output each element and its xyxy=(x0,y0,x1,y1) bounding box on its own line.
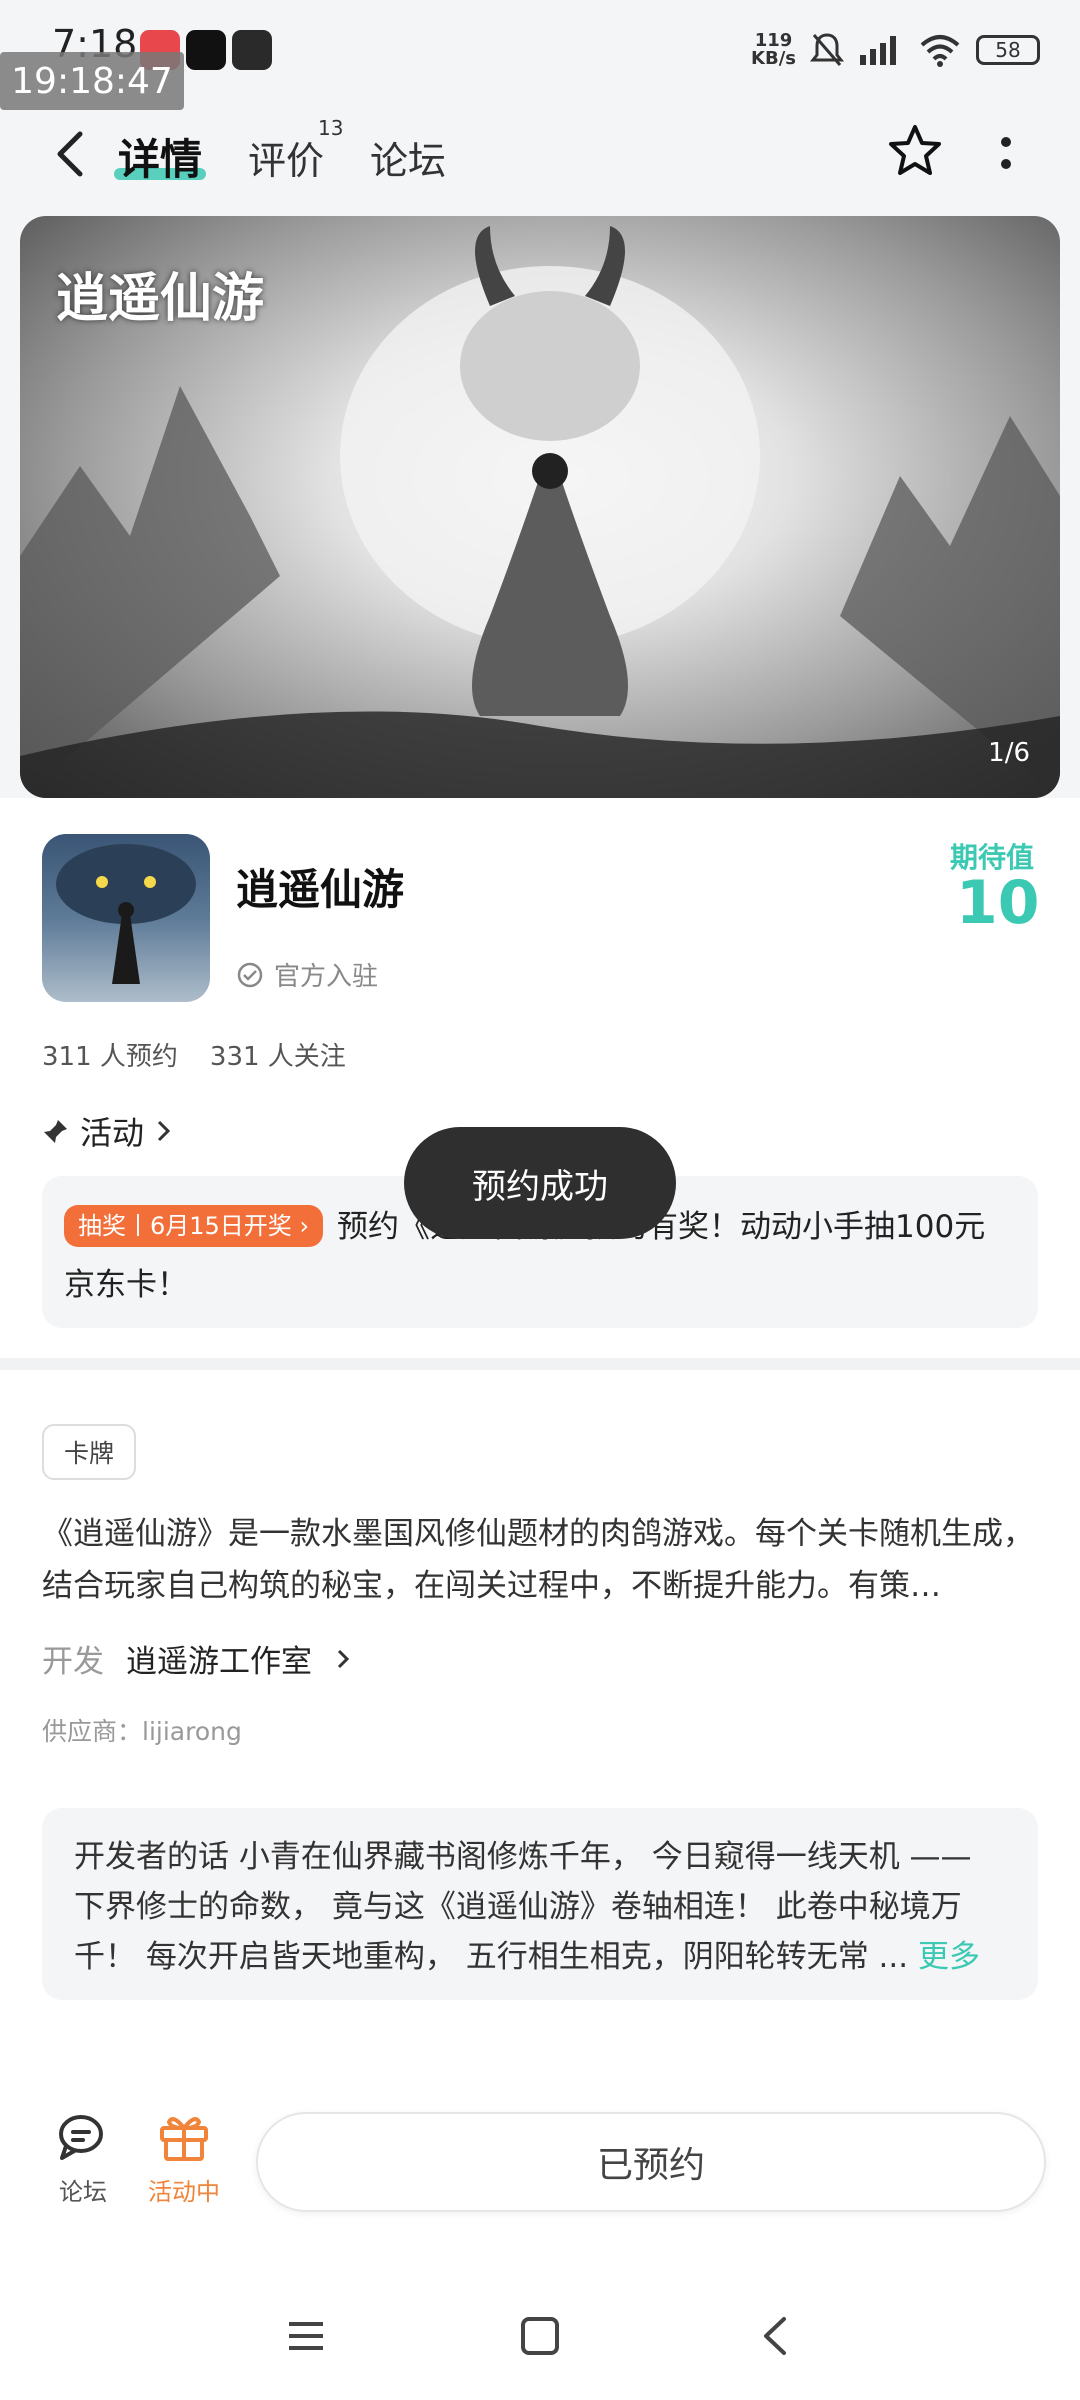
gift-icon xyxy=(160,2117,208,2161)
network-speed: 119 KB/s xyxy=(751,30,796,69)
lottery-tag[interactable]: 抽奖丨6月15日开奖 › xyxy=(64,1205,324,1247)
wifi-icon xyxy=(920,35,960,67)
favorite-star-icon[interactable] xyxy=(886,122,944,180)
game-description[interactable]: 《逍遥仙游》是一款水墨国风修仙题材的肉鸽游戏。每个关卡随机生成，结合玩家自己构筑… xyxy=(42,1508,1038,1612)
menu-icon[interactable] xyxy=(286,2316,326,2356)
back-arrow-icon[interactable] xyxy=(46,120,96,190)
tab-forum[interactable]: 论坛 xyxy=(370,130,446,185)
game-stats: 311 人预约 331 人关注 xyxy=(42,1036,346,1073)
game-icon-artwork xyxy=(56,844,196,984)
vip-app-icon xyxy=(232,30,272,70)
review-count-badge: 13 xyxy=(318,116,344,140)
toast-message: 预约成功 xyxy=(404,1127,676,1239)
bell-muted-icon xyxy=(810,33,844,66)
banner-logo: 逍遥仙游 xyxy=(56,268,265,329)
official-label: 官方入驻 xyxy=(274,962,379,992)
developer-words-text: 开发者的话 小青在仙界藏书阁修炼千年， 今日窥得一线天机 —— 下界修士的命数，… xyxy=(74,1839,972,1975)
system-back-icon[interactable] xyxy=(756,2316,796,2356)
more-link[interactable]: 更多 xyxy=(918,1939,980,1975)
home-icon[interactable] xyxy=(520,2316,560,2356)
genre-tag[interactable]: 卡牌 xyxy=(42,1424,136,1480)
chevron-right-icon xyxy=(337,1649,350,1668)
forum-label: 论坛 xyxy=(59,2178,107,2206)
developer-row[interactable]: 开发 逍遥游工作室 xyxy=(42,1636,352,1681)
banner-page-counter: 1/6 xyxy=(988,738,1030,768)
forum-button[interactable]: 论坛 xyxy=(50,2112,116,2207)
developer-name: 逍遥游工作室 xyxy=(126,1644,312,1680)
check-circle-icon xyxy=(237,962,263,987)
status-indicators: 119 KB/s 58 xyxy=(751,28,1040,72)
activity-heading: 活动 xyxy=(80,1114,145,1152)
game-icon xyxy=(42,834,210,1002)
activity-label: 活动中 xyxy=(148,2178,220,2206)
reserved-button[interactable]: 已预约 xyxy=(256,2112,1046,2212)
expectation-value: 10 xyxy=(956,868,1040,938)
activity-header[interactable]: 活动 xyxy=(42,1108,174,1154)
chevron-right-icon xyxy=(157,1120,171,1142)
more-options-icon[interactable] xyxy=(990,128,1022,180)
signal-icon xyxy=(860,36,896,65)
game-banner[interactable]: 逍遥仙游 1/6 xyxy=(20,216,1060,798)
game-title: 逍遥仙游 xyxy=(236,865,405,914)
activity-gift-button[interactable]: 活动中 xyxy=(144,2112,224,2207)
tab-details[interactable]: 详情 xyxy=(118,126,202,187)
supplier-info: 供应商：lijiarong xyxy=(42,1717,242,1746)
battery-indicator: 58 xyxy=(976,35,1040,65)
clock-overlay: 19:18:47 xyxy=(0,52,184,110)
official-badge: 官方入驻 xyxy=(236,956,378,993)
pin-icon xyxy=(44,1120,67,1143)
section-divider xyxy=(0,1358,1080,1370)
tab-reviews[interactable]: 评价 xyxy=(248,130,324,185)
reservation-count: 311 人预约 xyxy=(42,1042,178,1072)
developer-label: 开发 xyxy=(42,1644,104,1680)
developer-words-card[interactable]: 开发者的话 小青在仙界藏书阁修炼千年， 今日窥得一线天机 —— 下界修士的命数，… xyxy=(42,1808,1038,2000)
capcut-icon xyxy=(186,30,226,70)
forum-chat-icon xyxy=(59,2115,103,2160)
follower-count: 331 人关注 xyxy=(209,1042,346,1072)
